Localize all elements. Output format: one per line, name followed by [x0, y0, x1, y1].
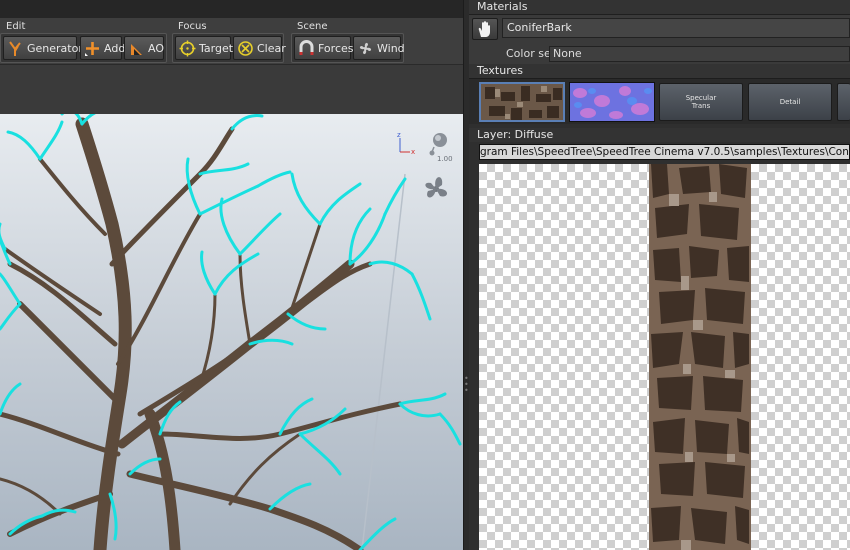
splitter-grip-icon[interactable]: • • • [464, 375, 469, 395]
color-set-dropdown[interactable]: None [549, 46, 850, 62]
specular-trans-slot[interactable]: Specular Trans [659, 83, 743, 121]
ao-button[interactable]: AO [124, 36, 164, 60]
generators-icon [7, 40, 24, 57]
slot-line1: Specular [685, 94, 717, 102]
tree-viewport[interactable]: z x 1.00 [0, 114, 463, 550]
material-name-field[interactable]: ConiferBark [502, 18, 850, 38]
zoom-readout: 1.00 [437, 155, 453, 163]
scene-group-title: Scene [297, 21, 328, 32]
scene-group: Scene Forces Wind [291, 20, 405, 63]
materials-pane: Materials ConiferBark Color set None Tex… [469, 0, 850, 550]
target-button[interactable]: Target [175, 36, 234, 60]
axis-gizmo [399, 138, 410, 153]
add-icon [84, 40, 101, 57]
bark-texture-image [649, 164, 751, 550]
wind-icon [357, 40, 374, 57]
axis-z-label: z [397, 131, 401, 139]
light-sphere-icon[interactable] [429, 133, 448, 156]
slot-line2: Trans [691, 102, 711, 110]
ao-label: AO [148, 41, 164, 55]
forces-label: Forces [318, 41, 354, 55]
layer-header: Layer: Diffuse [469, 128, 850, 142]
tree-render: z x 1.00 [0, 114, 462, 550]
wind-button[interactable]: Wind [353, 36, 405, 60]
focus-group-title: Focus [178, 21, 207, 32]
forces-icon [298, 39, 315, 57]
ao-icon [128, 40, 145, 57]
scene-pane: Edit Generators Add AO Focus Target Clea… [0, 0, 465, 550]
scene-group-box: Forces Wind [291, 33, 405, 63]
detail-slot[interactable]: Detail [748, 83, 832, 121]
texture-preview [479, 164, 850, 550]
clear-icon [237, 40, 254, 57]
clear-button[interactable]: Clear [233, 36, 286, 60]
target-label: Target [199, 41, 234, 55]
clear-label: Clear [257, 41, 286, 55]
edit-group-box: Generators Add AO [0, 33, 167, 63]
edit-group-title: Edit [6, 21, 26, 32]
main-toolbar: Edit Generators Add AO Focus Target Clea… [0, 18, 465, 65]
texture-path-field[interactable]: gram Files\SpeedTree\SpeedTree Cinema v7… [479, 144, 850, 160]
focus-group: Focus Target Clear [172, 20, 286, 63]
add-label: Add [104, 41, 126, 55]
materials-header: Materials [469, 0, 850, 14]
wind-label: Wind [377, 41, 405, 55]
add-button[interactable]: Add [80, 36, 126, 60]
generators-button[interactable]: Generators [3, 36, 89, 60]
edit-group: Edit Generators Add AO [0, 20, 167, 63]
texture-slots: Specular Trans Detail [469, 78, 850, 124]
material-row: ConiferBark Color set None [469, 14, 850, 66]
color-set-label: Color set [506, 47, 556, 60]
pan-button[interactable] [472, 18, 498, 40]
next-slot[interactable] [837, 83, 850, 121]
target-icon [179, 40, 196, 57]
selected-twigs [0, 114, 462, 550]
title-strip [0, 0, 465, 18]
bark-branches [0, 117, 403, 550]
textures-header: Textures [469, 64, 850, 78]
hand-icon [478, 21, 490, 37]
forces-button[interactable]: Forces [294, 36, 354, 60]
wind-fan-icon[interactable] [425, 177, 448, 198]
diffuse-thumbnail[interactable] [479, 82, 565, 122]
focus-group-box: Target Clear [172, 33, 286, 63]
axis-x-label: x [411, 148, 415, 156]
slot-line1: Detail [779, 98, 801, 106]
normal-thumbnail[interactable] [569, 82, 655, 122]
